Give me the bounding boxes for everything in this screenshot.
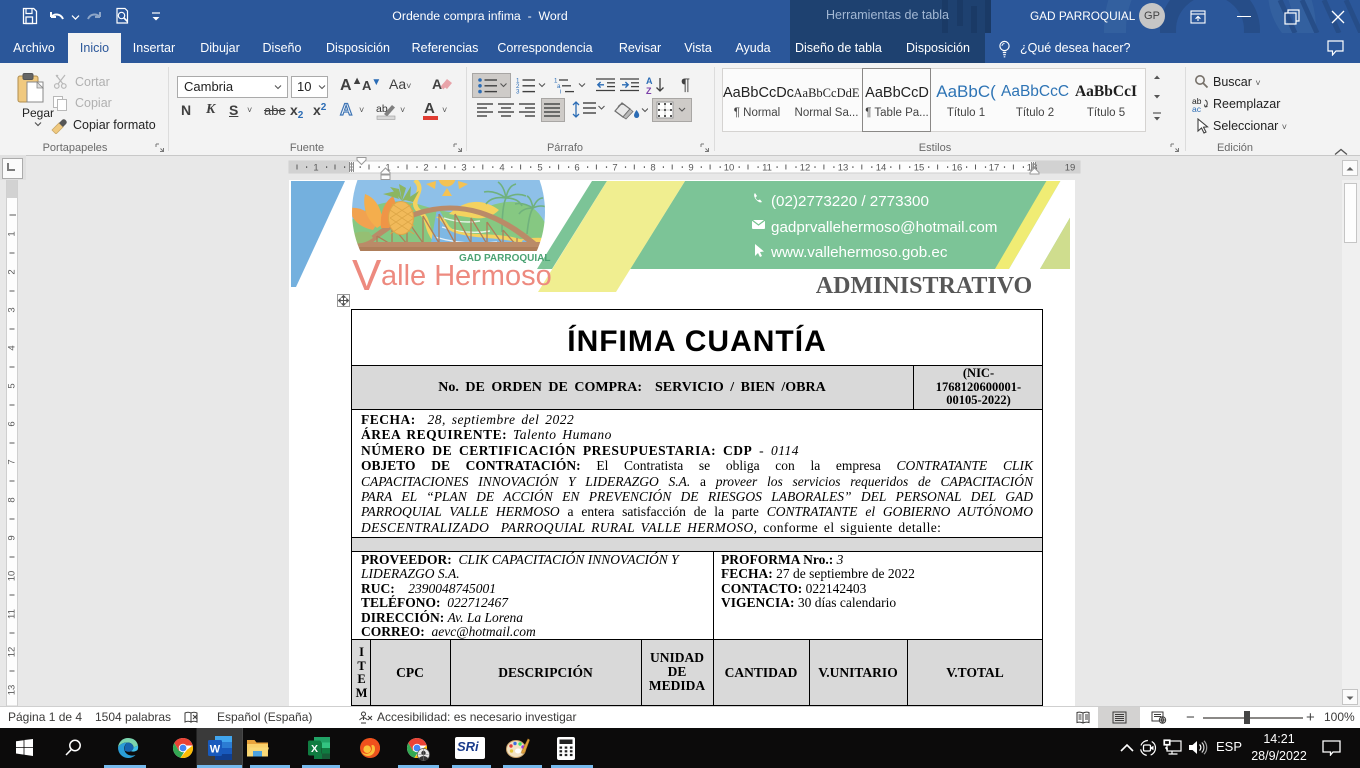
svg-text:9: 9 xyxy=(7,535,18,540)
svg-text:X: X xyxy=(311,743,318,755)
svg-text:15: 15 xyxy=(914,163,925,174)
svg-text:www.vallehermoso.gob.ec: www.vallehermoso.gob.ec xyxy=(770,244,948,261)
svg-text:17: 17 xyxy=(989,163,1000,174)
svg-text:1: 1 xyxy=(7,231,18,236)
svg-text:5: 5 xyxy=(7,383,18,388)
svg-text:2: 2 xyxy=(423,163,428,174)
svg-text:4: 4 xyxy=(499,163,504,174)
svg-text:7: 7 xyxy=(7,459,18,464)
svg-text:Z: Z xyxy=(646,86,652,95)
svg-text:19: 19 xyxy=(1065,163,1076,174)
svg-text:(02)2773220 / 2773300: (02)2773220 / 2773300 xyxy=(771,193,929,210)
svg-text:2: 2 xyxy=(7,269,18,274)
svg-text:9: 9 xyxy=(688,163,693,174)
svg-text:alle H: alle H xyxy=(381,260,455,292)
svg-text:i: i xyxy=(560,89,561,95)
svg-text:4: 4 xyxy=(7,345,18,350)
svg-text:13: 13 xyxy=(838,163,849,174)
svg-text:8: 8 xyxy=(7,497,18,502)
svg-text:5: 5 xyxy=(537,163,542,174)
svg-text:11: 11 xyxy=(7,609,18,619)
svg-text:12: 12 xyxy=(7,647,18,658)
svg-text:12: 12 xyxy=(800,163,811,174)
svg-text:14: 14 xyxy=(876,163,887,174)
svg-text:11: 11 xyxy=(762,163,772,174)
svg-text:13: 13 xyxy=(7,685,18,696)
svg-text:W: W xyxy=(210,744,221,756)
svg-text:7: 7 xyxy=(612,163,617,174)
svg-text:6: 6 xyxy=(7,421,18,426)
svg-text:A: A xyxy=(646,76,653,86)
svg-text:8: 8 xyxy=(650,163,655,174)
svg-text:10: 10 xyxy=(7,571,18,582)
svg-text:gadprvallehermoso@hotmail.com: gadprvallehermoso@hotmail.com xyxy=(771,219,997,236)
svg-text:A: A xyxy=(432,76,442,92)
svg-text:6: 6 xyxy=(574,163,579,174)
svg-text:3: 3 xyxy=(7,307,18,312)
svg-text:10: 10 xyxy=(724,163,735,174)
svg-text:3: 3 xyxy=(461,163,466,174)
svg-text:1: 1 xyxy=(313,163,318,174)
svg-text:3: 3 xyxy=(516,89,520,95)
svg-text:ermoso: ermoso xyxy=(455,260,552,292)
svg-text:V: V xyxy=(352,251,382,300)
svg-text:GAD PARROQUIAL: GAD PARROQUIAL xyxy=(459,253,550,264)
svg-text:16: 16 xyxy=(952,163,963,174)
svg-text:ac: ac xyxy=(1192,104,1202,112)
